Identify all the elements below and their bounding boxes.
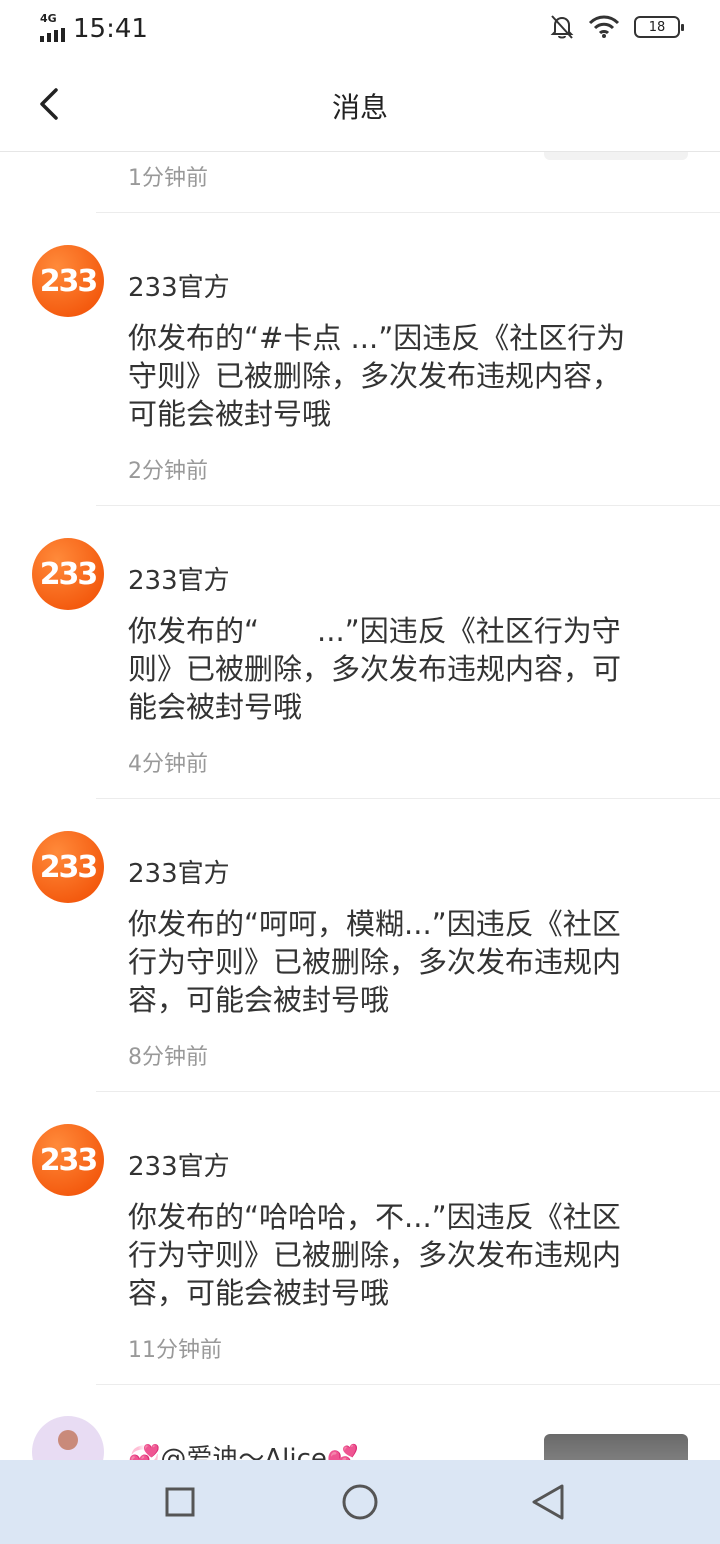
- post-thumbnail[interactable]: [544, 1434, 688, 1460]
- avatar[interactable]: 233: [32, 1124, 104, 1196]
- sender-name: 233官方: [128, 273, 230, 303]
- signal-icon: [40, 28, 65, 42]
- user-avatar-icon: [58, 1430, 78, 1450]
- wifi-icon: [588, 15, 620, 38]
- avatar[interactable]: [32, 1416, 104, 1460]
- back-triangle-icon: [532, 1484, 564, 1520]
- recent-apps-button[interactable]: [156, 1480, 204, 1524]
- avatar[interactable]: 233: [32, 245, 104, 317]
- battery-level: 18: [648, 19, 666, 35]
- sender-name: 233官方: [128, 859, 230, 889]
- page-title: 消息: [331, 91, 388, 124]
- message-time: 2分钟前: [128, 459, 208, 484]
- recent-apps-icon: [165, 1487, 195, 1517]
- avatar[interactable]: 233: [32, 538, 104, 610]
- battery-icon: 18: [634, 16, 684, 38]
- message-time: 1分钟前: [128, 166, 208, 191]
- status-left: 4G 15:41: [40, 12, 148, 44]
- sender-name: 233官方: [128, 1152, 230, 1182]
- message-time: 8分钟前: [128, 1045, 208, 1070]
- network-type: 4G: [40, 12, 57, 25]
- top-app-bar: 消息: [0, 60, 720, 152]
- divider: [96, 1384, 720, 1385]
- status-bar: 4G 15:41 18: [0, 0, 720, 60]
- status-time: 15:41: [73, 14, 148, 44]
- mute-bell-icon: [550, 15, 574, 39]
- system-nav-bar: [0, 1460, 720, 1544]
- message-item[interactable]: 233 233官方 你发布的“呵呵，模糊...”因违反《社区行为守则》已被删除，…: [0, 799, 720, 1092]
- avatar[interactable]: 233: [32, 831, 104, 903]
- sender-name: 💞@爱迪～Alice💕: [128, 1444, 360, 1460]
- message-time: 4分钟前: [128, 752, 208, 777]
- message-item[interactable]: 💞@爱迪～Alice💕: [0, 1386, 720, 1460]
- status-right: 18: [550, 14, 684, 40]
- message-text: 你发布的“ ...”因违反《社区行为守则》已被删除，多次发布违规内容，可能会被封…: [128, 614, 622, 724]
- message-time: 11分钟前: [128, 1338, 222, 1363]
- message-text: 你发布的“#卡点 ...”因违反《社区行为守则》已被删除，多次发布违规内容，可能…: [128, 321, 626, 431]
- message-text: 你发布的“哈哈哈，不...”因违反《社区行为守则》已被删除，多次发布违规内容，可…: [128, 1200, 622, 1310]
- message-item[interactable]: 233 233官方 你发布的“#卡点 ...”因违反《社区行为守则》已被删除，多…: [0, 213, 720, 506]
- message-list[interactable]: 1分钟前 233 233官方 你发布的“#卡点 ...”因违反《社区行为守则》已…: [0, 152, 720, 1460]
- message-text: 你发布的“呵呵，模糊...”因违反《社区行为守则》已被删除，多次发布违规内容，可…: [128, 907, 622, 1017]
- home-icon: [342, 1484, 378, 1520]
- message-item[interactable]: 233 233官方 你发布的“ ...”因违反《社区行为守则》已被删除，多次发布…: [0, 506, 720, 799]
- sender-name: 233官方: [128, 566, 230, 596]
- message-item[interactable]: 233 233官方 你发布的“哈哈哈，不...”因违反《社区行为守则》已被删除，…: [0, 1092, 720, 1385]
- home-button[interactable]: [336, 1480, 384, 1524]
- back-nav-button[interactable]: [524, 1480, 572, 1524]
- post-thumbnail[interactable]: [544, 152, 688, 160]
